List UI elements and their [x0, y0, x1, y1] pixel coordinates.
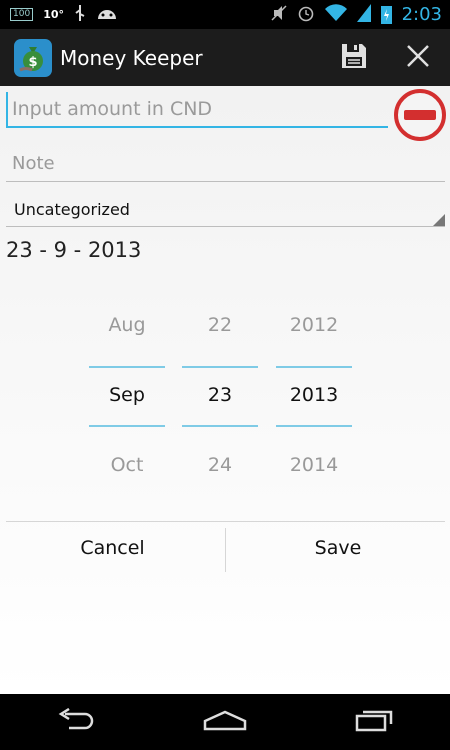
month-prev[interactable]: Aug: [89, 314, 165, 336]
year-prev[interactable]: 2012: [276, 314, 352, 336]
close-action-button[interactable]: [386, 29, 450, 86]
mute-icon: [271, 4, 287, 26]
add-transaction-form: Uncategorized 23 - 9 - 2013 Aug Sep Oct …: [0, 86, 450, 694]
cancel-button[interactable]: Cancel: [0, 522, 225, 574]
save-action-button[interactable]: [322, 29, 386, 86]
note-input[interactable]: [6, 146, 445, 182]
picker-divider: [276, 425, 352, 427]
temperature-indicator: 10°: [43, 8, 64, 21]
amount-input[interactable]: [6, 92, 388, 128]
picker-divider: [276, 366, 352, 368]
battery-charging-icon: [380, 5, 392, 24]
signal-icon: [356, 3, 371, 26]
day-next[interactable]: 24: [182, 454, 258, 476]
picker-divider: [89, 366, 165, 368]
selected-date: 23 - 9 - 2013: [6, 238, 142, 262]
action-bar: $ Money Keeper: [0, 29, 450, 86]
recent-apps-icon: [355, 708, 395, 736]
day-prev[interactable]: 22: [182, 314, 258, 336]
clock: 2:03: [401, 4, 442, 25]
expense-toggle-button[interactable]: [393, 88, 447, 142]
save-button[interactable]: Save: [226, 522, 450, 574]
dropdown-arrow-icon: [433, 214, 445, 226]
save-icon: [340, 42, 368, 74]
year-current[interactable]: 2013: [276, 384, 352, 406]
back-icon: [55, 707, 95, 736]
usb-icon: [74, 4, 86, 25]
recent-apps-button[interactable]: [340, 694, 410, 750]
category-value: Uncategorized: [14, 200, 130, 219]
back-button[interactable]: [40, 694, 110, 750]
android-icon: [96, 5, 118, 25]
month-picker[interactable]: Aug Sep Oct: [89, 300, 165, 510]
battery-level-indicator: 100: [10, 8, 34, 21]
year-next[interactable]: 2014: [276, 454, 352, 476]
wifi-icon: [324, 3, 347, 26]
picker-divider: [182, 425, 258, 427]
amount-row: [0, 86, 450, 141]
minus-circle-icon: [393, 89, 447, 146]
month-current[interactable]: Sep: [89, 384, 165, 406]
status-bar: 100 10° 2:03: [0, 0, 450, 29]
navigation-bar: [0, 694, 450, 750]
day-current[interactable]: 23: [182, 384, 258, 406]
close-icon: [406, 44, 430, 72]
month-next[interactable]: Oct: [89, 454, 165, 476]
home-button[interactable]: [190, 694, 260, 750]
picker-divider: [89, 425, 165, 427]
picker-divider: [182, 366, 258, 368]
app-title: Money Keeper: [60, 45, 203, 70]
money-bag-icon[interactable]: $: [14, 38, 52, 77]
day-picker[interactable]: 22 23 24: [182, 300, 258, 510]
category-spinner[interactable]: Uncategorized: [6, 196, 445, 227]
year-picker[interactable]: 2012 2013 2014: [276, 300, 352, 510]
home-icon: [203, 709, 247, 735]
alarm-icon: [297, 4, 315, 26]
